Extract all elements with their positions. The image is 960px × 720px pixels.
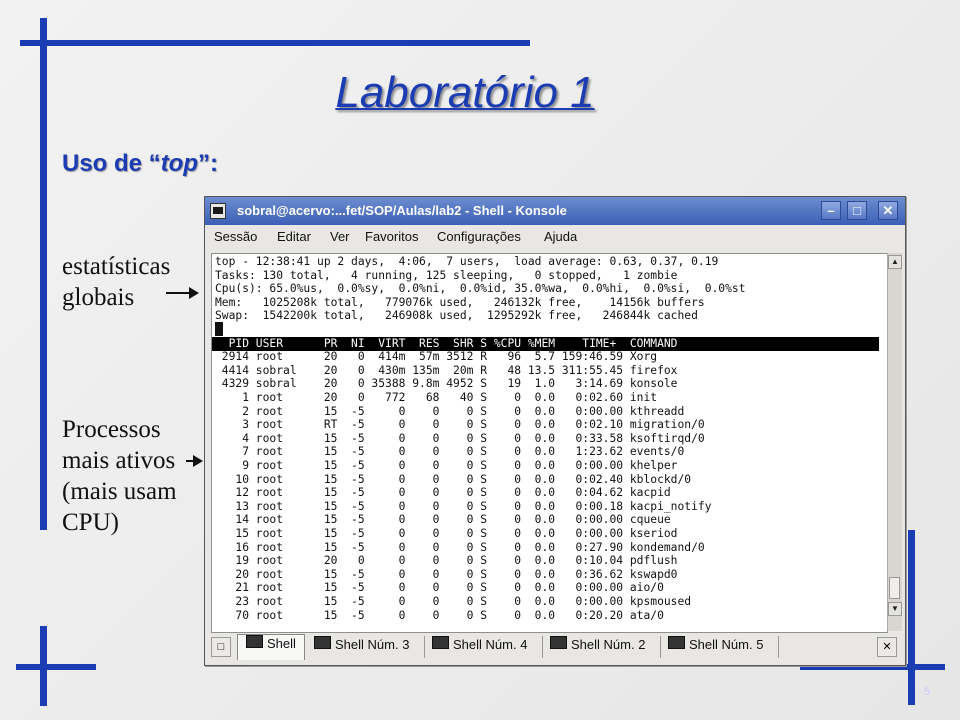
scrollbar-thumb[interactable] [889, 577, 900, 599]
new-session-icon[interactable]: □ [211, 637, 231, 657]
terminal-icon [668, 636, 685, 649]
bottom-left-decor-vbar [40, 626, 47, 706]
process-table-header: PID USER PR NI VIRT RES SHR S %CPU %MEM … [212, 336, 879, 351]
menu-bar: Sessão Editar Ver Favoritos Configuraçõe… [205, 225, 905, 249]
process-row: 12 root 15 -5 0 0 0 S 0 0.0 0:04.62 kacp… [215, 486, 671, 500]
note-line: mais ativos [62, 447, 176, 474]
terminal-area[interactable]: top - 12:38:41 up 2 days, 4:06, 7 users,… [211, 253, 888, 633]
note-line: (mais usam [62, 478, 177, 505]
process-row: 15 root 15 -5 0 0 0 S 0 0.0 0:00.00 kser… [215, 527, 678, 540]
close-session-icon[interactable]: ✕ [877, 637, 897, 657]
scroll-up-icon[interactable]: ▲ [888, 255, 902, 269]
subtitle-prefix: Uso de “ [62, 150, 161, 177]
window-titlebar[interactable]: sobral@acervo:...fet/SOP/Aulas/lab2 - Sh… [205, 197, 905, 225]
subtitle-command: top [160, 150, 198, 177]
tab-shell-5[interactable]: Shell Núm. 5 [661, 636, 779, 658]
tab-label: Shell Núm. 4 [453, 637, 528, 653]
tab-label: Shell Núm. 3 [335, 637, 410, 653]
terminal-cursor [215, 322, 223, 336]
minimize-icon[interactable]: – [821, 201, 841, 220]
process-row: 3 root RT -5 0 0 0 S 0 0.0 0:02.10 migra… [215, 418, 705, 432]
close-icon[interactable]: ✕ [878, 201, 898, 220]
process-row: 10 root 15 -5 0 0 0 S 0 0.0 0:02.40 kblo… [215, 472, 692, 486]
terminal-icon [550, 636, 567, 649]
session-tab-bar: □ Shell Shell Núm. 3 Shell Núm. 4 Shell … [205, 634, 905, 662]
process-row: 4414 sobral 20 0 430m 135m 20m R 48 13.5… [215, 363, 678, 377]
maximize-icon[interactable]: □ [847, 201, 867, 220]
process-row: 16 root 15 -5 0 0 0 S 0 0.0 0:27.90 kond… [215, 540, 705, 554]
top-decor-bar [20, 40, 530, 46]
process-row: 70 root 15 -5 0 0 0 S 0 0.0 0:20.20 ata/… [215, 608, 664, 622]
process-row: 4329 sobral 20 0 35388 9.8m 4952 S 19 1.… [215, 377, 678, 391]
tab-label: Shell Núm. 5 [689, 637, 764, 653]
tab-label: Shell [267, 636, 296, 652]
mem-summary-line: Mem: 1025208k total, 779076k used, 24613… [215, 295, 705, 309]
tab-shell-4[interactable]: Shell Núm. 4 [425, 636, 543, 658]
terminal-icon [246, 635, 263, 648]
menu-ajuda[interactable]: Ajuda [544, 229, 577, 244]
top-summary-line: top - 12:38:41 up 2 days, 4:06, 7 users,… [215, 255, 719, 268]
process-row: 19 root 20 0 0 0 0 S 0 0.0 0:10.04 pdflu… [215, 554, 678, 568]
process-row: 9 root 15 -5 0 0 0 S 0 0.0 0:00.00 khelp… [215, 459, 678, 472]
arrow-active-processes [186, 455, 203, 467]
tab-shell-2[interactable]: Shell Núm. 2 [543, 636, 661, 658]
process-row: 1 root 20 0 772 68 40 S 0 0.0 0:02.60 in… [215, 391, 658, 404]
window-title: sobral@acervo:...fet/SOP/Aulas/lab2 - Sh… [237, 203, 567, 218]
tab-shell[interactable]: Shell [237, 634, 305, 660]
process-row: 7 root 15 -5 0 0 0 S 0 0.0 1:23.62 event… [215, 445, 685, 459]
slide-title: Laboratório 1 [335, 68, 595, 117]
note-global-stats: estatísticas globais [62, 251, 170, 313]
bottom-right-decor-vbar [908, 530, 915, 705]
menu-ver[interactable]: Ver [330, 229, 350, 244]
tasks-summary-line: Tasks: 130 total, 4 running, 125 sleepin… [215, 268, 678, 282]
menu-favoritos[interactable]: Favoritos [365, 229, 418, 244]
terminal-scrollbar[interactable]: ▲ ▼ [887, 253, 902, 631]
process-row: 4 root 15 -5 0 0 0 S 0 0.0 0:33.58 ksoft… [215, 431, 705, 445]
menu-editar[interactable]: Editar [277, 229, 311, 244]
konsole-window: sobral@acervo:...fet/SOP/Aulas/lab2 - Sh… [204, 196, 906, 666]
tab-shell-3[interactable]: Shell Núm. 3 [307, 636, 425, 658]
process-row: 13 root 15 -5 0 0 0 S 0 0.0 0:00.18 kacp… [215, 499, 712, 513]
terminal-icon [432, 636, 449, 649]
note-line: Processos [62, 416, 161, 443]
process-row: 2914 root 20 0 414m 57m 3512 R 96 5.7 15… [215, 350, 658, 364]
process-row: 14 root 15 -5 0 0 0 S 0 0.0 0:00.00 cque… [215, 513, 671, 527]
note-active-processes: Processos mais ativos (mais usam CPU) [62, 414, 177, 538]
bottom-left-decor-hbar [16, 664, 96, 670]
process-row: 20 root 15 -5 0 0 0 S 0 0.0 0:36.62 kswa… [215, 567, 678, 581]
note-line: estatísticas [62, 253, 171, 280]
tab-label: Shell Núm. 2 [571, 637, 646, 653]
menu-configuracoes[interactable]: Configurações [437, 229, 521, 244]
process-row: 23 root 15 -5 0 0 0 S 0 0.0 0:00.00 kpsm… [215, 595, 692, 608]
subtitle-suffix: ”: [198, 150, 218, 177]
terminal-icon [314, 636, 331, 649]
process-row: 2 root 15 -5 0 0 0 S 0 0.0 0:00.00 kthre… [215, 404, 685, 418]
slide-subtitle: Uso de “top”: [62, 150, 218, 178]
note-line: CPU) [62, 509, 119, 536]
note-line: globais [62, 284, 135, 311]
menu-sessao[interactable]: Sessão [214, 229, 257, 244]
process-row: 21 root 15 -5 0 0 0 S 0 0.0 0:00.00 aio/… [215, 581, 664, 595]
cpu-summary-line: Cpu(s): 65.0%us, 0.0%sy, 0.0%ni, 0.0%id,… [215, 282, 746, 296]
swap-summary-line: Swap: 1542200k total, 246908k used, 1295… [215, 309, 698, 323]
arrow-global-stats [166, 287, 199, 299]
page-number: 5 [924, 686, 931, 698]
scroll-down-icon[interactable]: ▼ [888, 602, 902, 616]
konsole-app-icon[interactable] [210, 203, 226, 219]
